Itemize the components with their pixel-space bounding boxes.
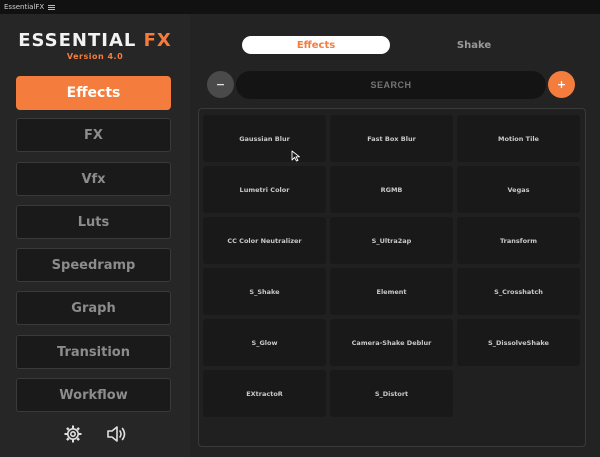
sidebar-item-vfx[interactable]: Vfx	[16, 162, 171, 196]
sidebar-item-effects[interactable]: Effects	[16, 76, 171, 110]
effect-item[interactable]: Vegas	[457, 166, 580, 213]
effect-item[interactable]: S_Crosshatch	[457, 268, 580, 315]
app-name-main: ESSENTIAL	[18, 30, 137, 51]
effect-item[interactable]: Fast Box Blur	[330, 115, 453, 162]
effect-item[interactable]: Camera-Shake Deblur	[330, 319, 453, 366]
sidebar-item-fx[interactable]: FX	[16, 118, 171, 152]
speaker-icon[interactable]	[106, 424, 128, 444]
effect-item[interactable]: Element	[330, 268, 453, 315]
app-version: Version 4.0	[66, 52, 124, 61]
sidebar-item-workflow[interactable]: Workflow	[16, 378, 171, 412]
effect-item[interactable]: EXtractoR	[203, 370, 326, 417]
window-title: EssentialFX	[4, 3, 45, 11]
search-row: − +	[207, 71, 575, 99]
search-input[interactable]	[236, 71, 546, 99]
sidebar-item-speedramp[interactable]: Speedramp	[16, 248, 171, 282]
effect-item[interactable]: CC Color Neutralizer	[203, 217, 326, 264]
effect-item[interactable]: S_Glow	[203, 319, 326, 366]
app-name-accent: FX	[143, 30, 172, 51]
mouse-cursor-icon	[291, 150, 300, 162]
hamburger-menu-icon[interactable]	[48, 4, 56, 10]
app-logo: ESSENTIAL FX Version 4.0	[0, 30, 190, 61]
effect-item[interactable]: Lumetri Color	[203, 166, 326, 213]
sidebar-item-luts[interactable]: Luts	[16, 205, 171, 239]
effect-item[interactable]: S_Distort	[330, 370, 453, 417]
add-button[interactable]: +	[548, 71, 575, 98]
sidebar-footer	[62, 424, 128, 444]
effect-item[interactable]: Motion Tile	[457, 115, 580, 162]
gear-icon[interactable]	[62, 424, 84, 444]
effects-grid: Gaussian Blur Fast Box Blur Motion Tile …	[203, 115, 581, 417]
effect-item[interactable]: S_DissolveShake	[457, 319, 580, 366]
effect-item[interactable]: S_Shake	[203, 268, 326, 315]
tab-shake[interactable]: Shake	[400, 36, 548, 54]
app-name: ESSENTIAL FX	[0, 30, 190, 51]
effect-item[interactable]: S_Ultra2ap	[330, 217, 453, 264]
effect-item[interactable]: Transform	[457, 217, 580, 264]
tab-effects[interactable]: Effects	[242, 36, 390, 54]
tab-bar: Effects Shake	[242, 36, 578, 54]
sidebar-item-graph[interactable]: Graph	[16, 291, 171, 325]
title-bar: EssentialFX	[0, 0, 600, 14]
sidebar-item-transition[interactable]: Transition	[16, 335, 171, 369]
effect-item[interactable]: RGMB	[330, 166, 453, 213]
effect-item[interactable]: Gaussian Blur	[203, 115, 326, 162]
collapse-button[interactable]: −	[207, 71, 234, 98]
